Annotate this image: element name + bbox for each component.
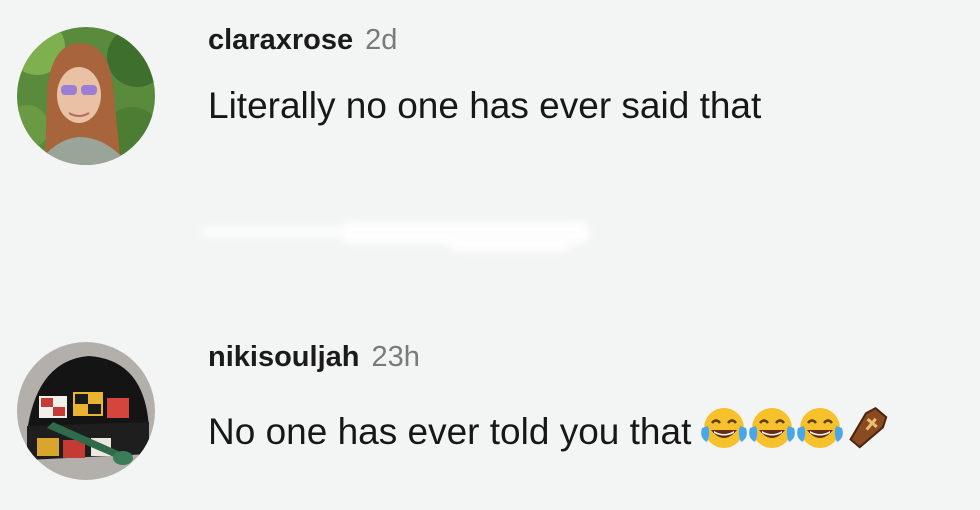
face-with-tears-of-joy-icon xyxy=(749,408,796,448)
profile-photo xyxy=(17,342,155,480)
comment-meta: claraxrose 2d xyxy=(208,23,397,57)
profile-photo xyxy=(17,27,155,165)
comment-meta: nikisouljah 23h xyxy=(208,340,420,374)
comment-text: No one has ever told you that xyxy=(208,411,692,452)
timestamp: 23h xyxy=(371,341,420,373)
timestamp: 2d xyxy=(365,24,398,56)
emoji-group xyxy=(699,404,891,452)
username[interactable]: claraxrose xyxy=(208,24,353,56)
username[interactable]: nikisouljah xyxy=(208,341,359,373)
coffin-icon xyxy=(849,406,888,449)
comment-text: Literally no one has ever said that xyxy=(208,85,762,126)
comment-text-container: No one has ever told you that xyxy=(208,404,891,454)
avatar[interactable] xyxy=(17,342,155,480)
avatar[interactable] xyxy=(17,27,155,165)
redaction-smudge xyxy=(200,222,590,252)
comment-item: claraxrose 2d Literally no one has ever s… xyxy=(0,0,980,200)
face-with-tears-of-joy-icon xyxy=(797,408,844,448)
comment-item: nikisouljah 23h No one has ever told you … xyxy=(0,318,980,510)
face-with-tears-of-joy-icon xyxy=(701,408,748,448)
